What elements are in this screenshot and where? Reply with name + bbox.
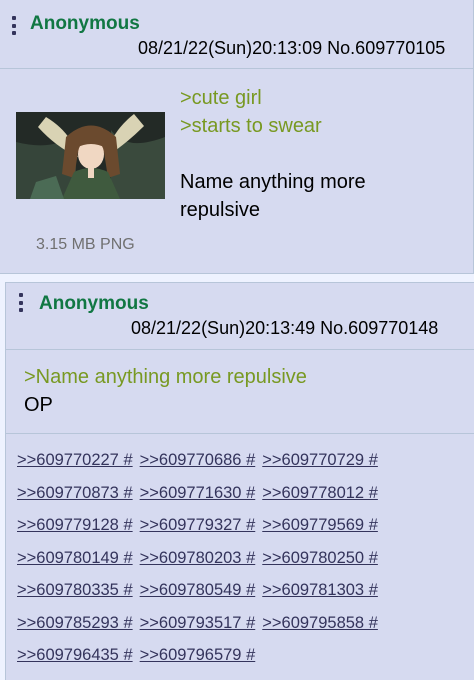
post-609770148: Anonymous 08/21/22(Sun)20:13:49 No.60977… [5, 282, 474, 680]
post-datetime: 08/21/22(Sun)20:13:09 No.609770105 [138, 38, 445, 59]
post-number-link[interactable]: No.609770105 [327, 38, 445, 58]
backlink[interactable]: >>609779327 # [140, 509, 256, 542]
backlink[interactable]: >>609793517 # [140, 607, 256, 640]
backlink-row: >>609780149 # >>609780203 # >>609780250 # [17, 542, 457, 575]
poster-name: Anonymous [39, 293, 149, 314]
file-info[interactable]: 3.15 MB PNG [36, 236, 135, 254]
backlink[interactable]: >>609780549 # [140, 574, 256, 607]
poster-name: Anonymous [30, 13, 140, 34]
backlink[interactable]: >>609780250 # [262, 542, 378, 575]
post-number-link[interactable]: No.609770148 [320, 318, 438, 338]
post-date: 08/21/22(Sun)20:13:49 [131, 318, 316, 338]
backlinks-list: >>609770227 # >>609770686 # >>609770729 # >… [17, 444, 457, 672]
backlink[interactable]: >>609781303 # [262, 574, 378, 607]
backlink[interactable]: >>609796435 # [17, 639, 133, 672]
backlink[interactable]: >>609770686 # [140, 444, 256, 477]
header-divider [6, 349, 474, 350]
replies-divider [6, 433, 474, 434]
post-date: 08/21/22(Sun)20:13:09 [138, 38, 323, 58]
comment-line: repulsive [180, 199, 261, 221]
backlink[interactable]: >>609779128 # [17, 509, 133, 542]
post-menu-icon[interactable] [19, 293, 24, 312]
post-image-thumbnail[interactable] [16, 112, 165, 199]
backlink-row: >>609770873 # >>609771630 # >>609778012 # [17, 477, 457, 510]
header-divider [0, 68, 473, 69]
backlink[interactable]: >>609770873 # [17, 477, 133, 510]
backlink[interactable]: >>609770729 # [262, 444, 378, 477]
backlink[interactable]: >>609771630 # [140, 477, 256, 510]
comment-line: OP [24, 394, 53, 416]
anime-girl-image [16, 112, 165, 199]
post-609770105: Anonymous 08/21/22(Sun)20:13:09 No.60977… [0, 0, 474, 274]
backlink[interactable]: >>609780335 # [17, 574, 133, 607]
backlink[interactable]: >>609795858 # [262, 607, 378, 640]
post-menu-icon[interactable] [12, 16, 17, 35]
comment-line: Name anything more [180, 171, 366, 193]
greentext-line: >starts to swear [180, 115, 322, 137]
backlink[interactable]: >>609778012 # [262, 477, 378, 510]
greentext-line: >cute girl [180, 87, 262, 109]
backlink[interactable]: >>609780149 # [17, 542, 133, 575]
backlink[interactable]: >>609780203 # [140, 542, 256, 575]
backlink[interactable]: >>609796579 # [140, 639, 256, 672]
greentext-line: >Name anything more repulsive [24, 366, 307, 388]
post-datetime: 08/21/22(Sun)20:13:49 No.609770148 [131, 318, 438, 339]
backlink-row: >>609779128 # >>609779327 # >>609779569 # [17, 509, 457, 542]
backlink-row: >>609770227 # >>609770686 # >>609770729 # [17, 444, 457, 477]
backlink-row: >>609785293 # >>609793517 # >>609795858 # [17, 607, 457, 640]
backlink-row: >>609796435 # >>609796579 # [17, 639, 457, 672]
backlink[interactable]: >>609779569 # [262, 509, 378, 542]
backlink-row: >>609780335 # >>609780549 # >>609781303 # [17, 574, 457, 607]
backlink[interactable]: >>609785293 # [17, 607, 133, 640]
backlink[interactable]: >>609770227 # [17, 444, 133, 477]
